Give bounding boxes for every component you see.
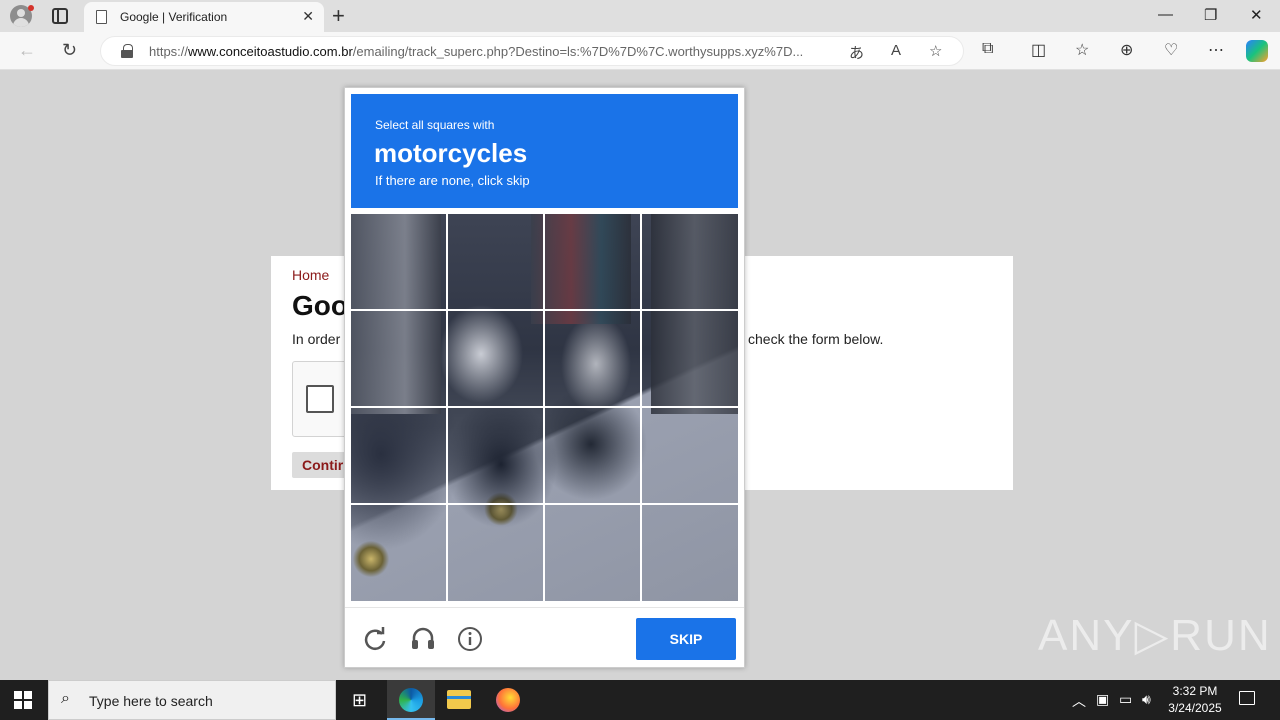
- audio-challenge-icon[interactable]: [410, 626, 436, 652]
- browser-toolbar: ← ↻ https://www.conceitoastudio.com.br/e…: [0, 32, 1280, 70]
- grid-tile-9[interactable]: [351, 408, 446, 503]
- notification-center-icon[interactable]: [1239, 691, 1255, 705]
- grid-tile-12[interactable]: [642, 408, 737, 503]
- task-view-icon[interactable]: ⊞: [352, 690, 367, 711]
- search-placeholder: Type here to search: [89, 693, 213, 709]
- restore-button[interactable]: ❐: [1204, 6, 1217, 24]
- page-description: In order: [292, 331, 341, 347]
- file-explorer-icon: [447, 690, 471, 709]
- page-description-tail: check the form below.: [748, 331, 884, 347]
- reload-challenge-icon[interactable]: [362, 626, 388, 652]
- notification-dot: [28, 5, 34, 11]
- more-menu-icon[interactable]: ⋯: [1208, 40, 1224, 60]
- grid-tile-7[interactable]: [545, 311, 640, 406]
- split-screen-icon[interactable]: ◫: [1031, 40, 1046, 60]
- challenge-instruction: Select all squares with: [375, 118, 495, 132]
- page-icon: [96, 10, 107, 24]
- favorites-icon[interactable]: ☆: [1075, 40, 1089, 60]
- url-prefix: https://: [149, 44, 189, 59]
- read-aloud-icon[interactable]: A: [891, 42, 901, 59]
- anyrun-watermark: ANY▷RUN: [1038, 611, 1272, 660]
- windows-start-icon[interactable]: [14, 691, 32, 709]
- firefox-icon: [496, 688, 520, 712]
- taskbar-clock[interactable]: 3:32 PM 3/24/2025: [1160, 683, 1230, 717]
- grid-divider: [351, 406, 738, 408]
- address-bar[interactable]: https://www.conceitoastudio.com.br/email…: [100, 36, 964, 66]
- challenge-footer: SKIP: [345, 607, 744, 667]
- grid-divider: [351, 309, 738, 311]
- edge-icon: [399, 688, 423, 712]
- back-icon[interactable]: ←: [18, 40, 36, 61]
- browser-tab-bar: Google | Verification ✕ + — ❐ ✕: [0, 0, 1280, 32]
- translate-icon[interactable]: あ: [849, 42, 864, 63]
- captcha-challenge-popup: Select all squares with motorcycles If t…: [344, 87, 745, 668]
- grid-tile-10[interactable]: [448, 408, 543, 503]
- breadcrumb[interactable]: Home: [292, 267, 329, 283]
- grid-tile-1[interactable]: [351, 214, 446, 309]
- file-explorer-taskbar-button[interactable]: [435, 680, 483, 720]
- favorite-star-icon[interactable]: ☆: [929, 42, 942, 60]
- info-icon[interactable]: [457, 626, 483, 652]
- grid-tile-13[interactable]: [351, 505, 446, 600]
- close-window-button[interactable]: ✕: [1250, 6, 1263, 24]
- tab-actions-icon[interactable]: [52, 8, 68, 24]
- page-title: Goo: [292, 290, 348, 321]
- clock-time: 3:32 PM: [1172, 684, 1218, 698]
- challenge-header: Select all squares with motorcycles If t…: [351, 94, 738, 208]
- grid-tile-3[interactable]: [545, 214, 640, 309]
- url-text[interactable]: https://www.conceitoastudio.com.br/email…: [149, 44, 849, 59]
- grid-tile-5[interactable]: [351, 311, 446, 406]
- challenge-keyword: motorcycles: [374, 138, 528, 168]
- copilot-icon[interactable]: [1246, 40, 1268, 62]
- extensions-icon[interactable]: ⧉: [982, 40, 993, 58]
- taskbar-search-box[interactable]: ⌕ Type here to search: [48, 680, 336, 720]
- grid-divider: [351, 503, 738, 505]
- challenge-hint: If there are none, click skip: [375, 173, 530, 188]
- minimize-button[interactable]: —: [1158, 6, 1173, 23]
- challenge-image-grid: [351, 214, 738, 601]
- grid-tile-4[interactable]: [642, 214, 737, 309]
- browser-essentials-icon[interactable]: ♡: [1164, 40, 1178, 60]
- grid-tile-6[interactable]: [448, 311, 543, 406]
- recaptcha-checkbox[interactable]: [306, 385, 334, 413]
- clock-date: 3/24/2025: [1168, 701, 1222, 715]
- tab-title: Google | Verification: [120, 10, 228, 24]
- search-icon: ⌕: [61, 690, 70, 707]
- volume-icon[interactable]: 🔊︎: [1142, 691, 1151, 708]
- skip-button[interactable]: SKIP: [636, 618, 736, 660]
- grid-tile-8[interactable]: [642, 311, 737, 406]
- grid-tile-2[interactable]: [448, 214, 543, 309]
- lock-icon[interactable]: [121, 44, 133, 58]
- tab-active[interactable]: Google | Verification ✕: [84, 2, 324, 32]
- reload-icon[interactable]: ↻: [62, 40, 77, 61]
- tray-chevron-icon[interactable]: ︿: [1072, 691, 1086, 711]
- windows-taskbar: ⌕ Type here to search ⊞ ︿ ▣ ▭ 🔊︎ 3:32 PM…: [0, 680, 1280, 720]
- grid-tile-11[interactable]: [545, 408, 640, 503]
- url-domain: www.conceitoastudio.com.br: [188, 44, 353, 59]
- grid-tile-15[interactable]: [545, 505, 640, 600]
- network-icon[interactable]: ▭: [1119, 691, 1132, 708]
- collections-icon[interactable]: ⊕: [1120, 40, 1133, 60]
- grid-tile-14[interactable]: [448, 505, 543, 600]
- url-path: /emailing/track_superc.php?Destino=ls:%7…: [352, 44, 804, 59]
- edge-taskbar-button[interactable]: [387, 680, 435, 720]
- tab-close-button[interactable]: ✕: [302, 8, 314, 25]
- firefox-taskbar-button[interactable]: [484, 680, 532, 720]
- grid-tile-16[interactable]: [642, 505, 737, 600]
- new-tab-button[interactable]: +: [332, 3, 345, 29]
- tray-device-icon[interactable]: ▣: [1096, 691, 1109, 708]
